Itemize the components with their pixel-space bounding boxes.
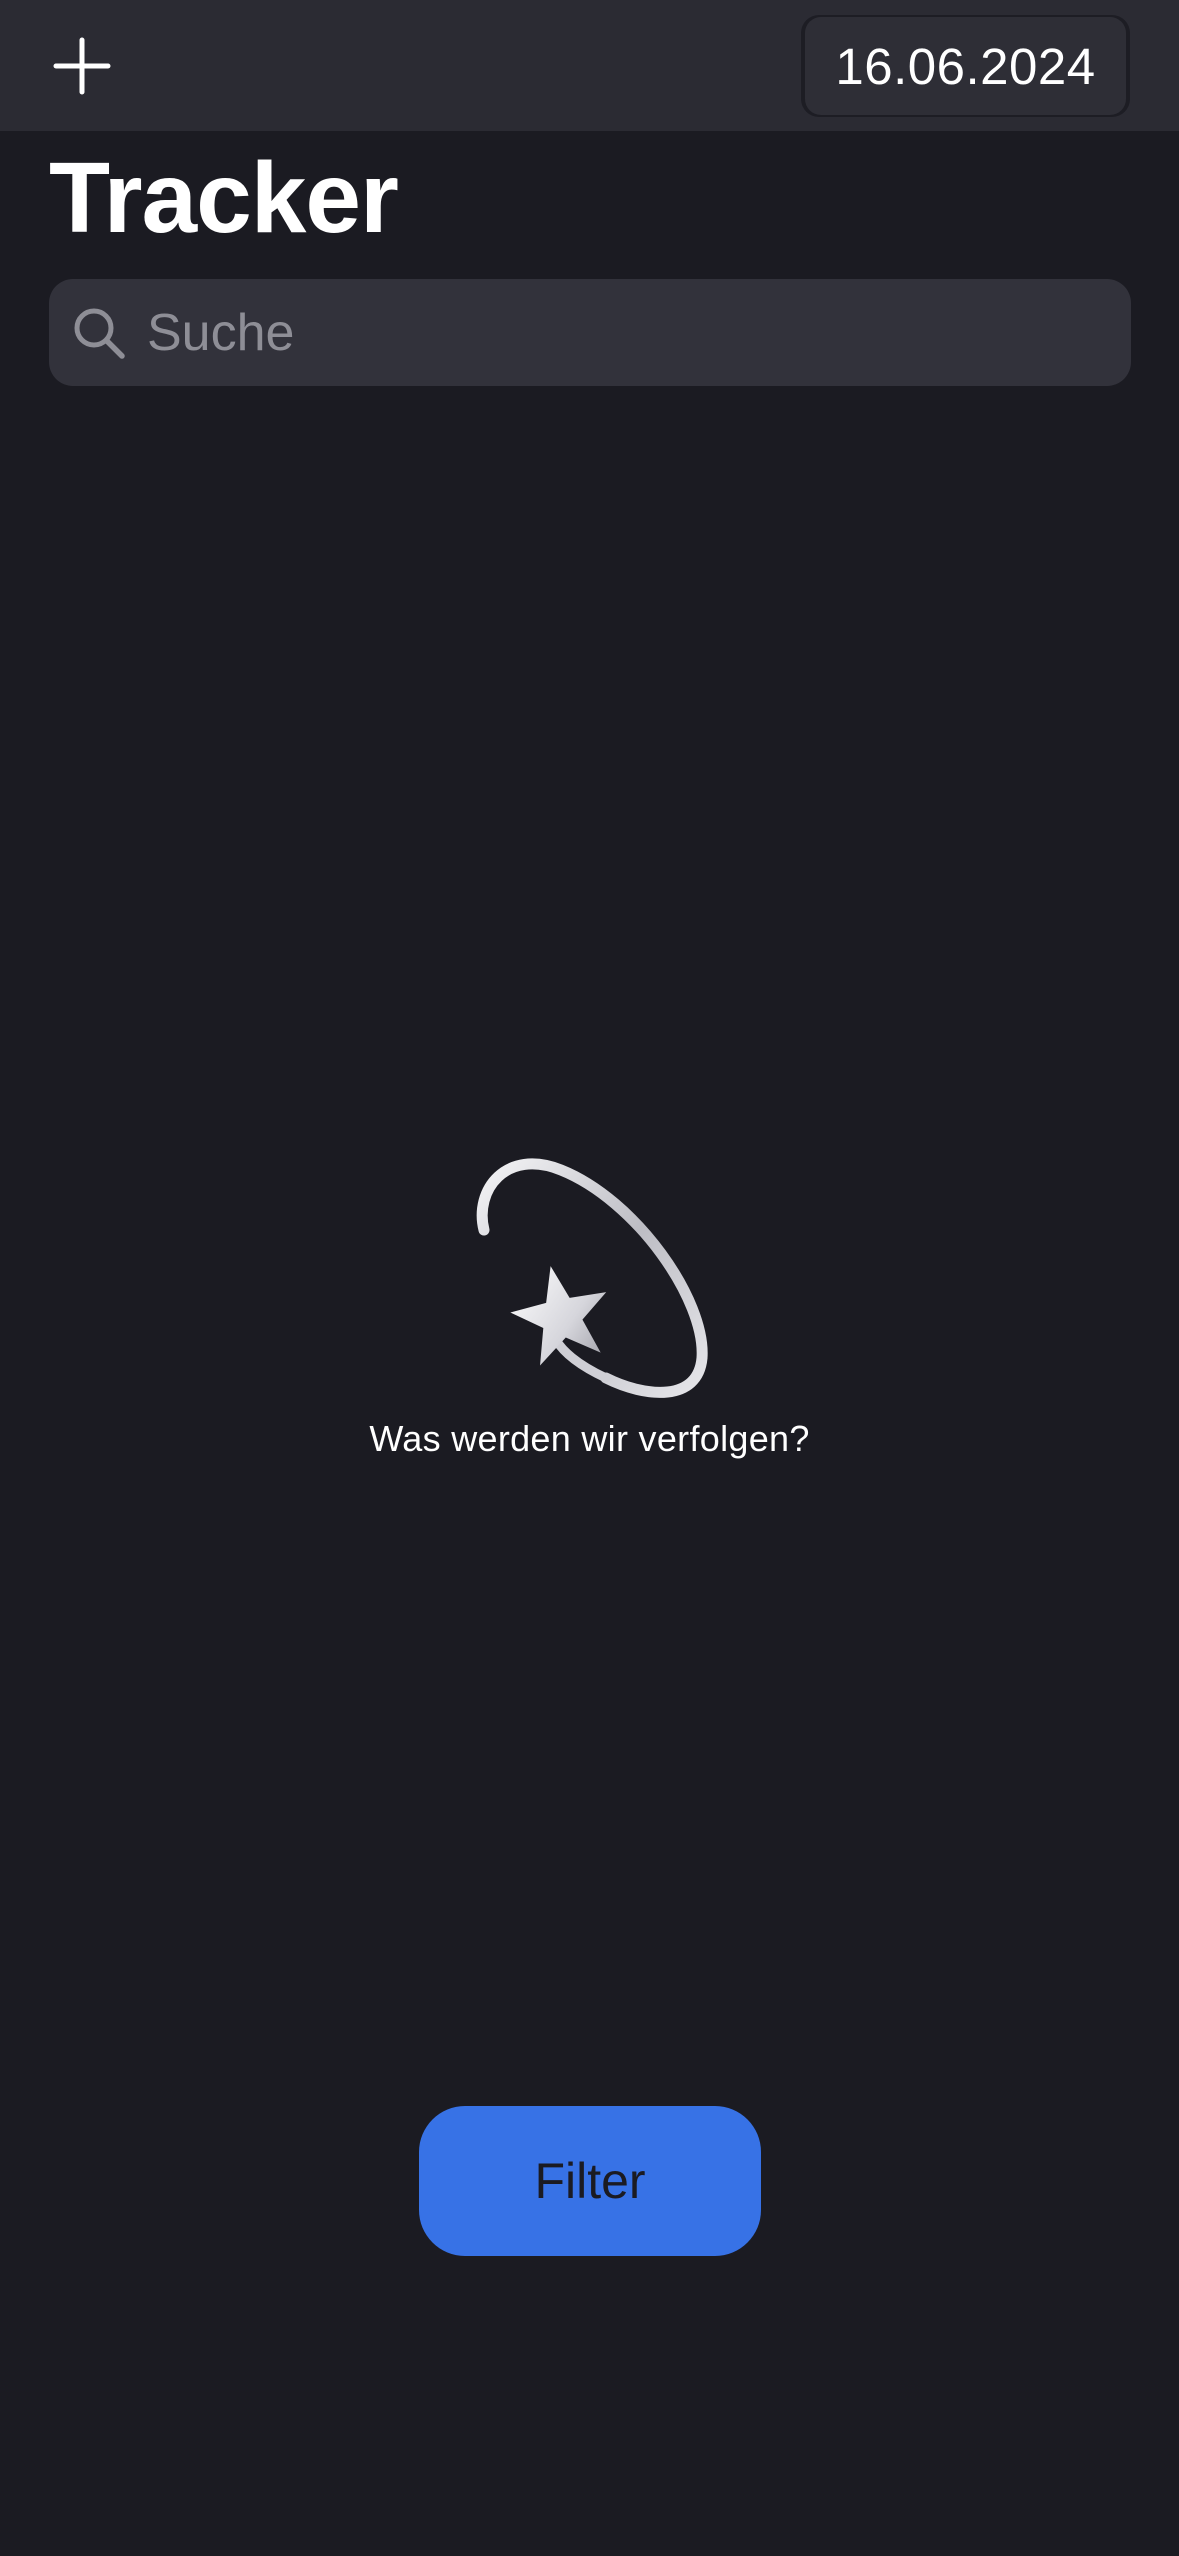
dizzy-star-icon — [476, 1158, 708, 1398]
search-input[interactable]: Suche — [147, 303, 294, 363]
date-picker[interactable]: 16.06.2024 — [801, 15, 1130, 117]
page-title: Tracker — [49, 142, 399, 254]
search-icon — [74, 308, 125, 359]
empty-state-message: Was werden wir verfolgen? — [369, 1418, 810, 1459]
date-label: 16.06.2024 — [805, 17, 1126, 115]
search-field[interactable]: Suche — [49, 279, 1131, 386]
add-tracker-button[interactable] — [46, 30, 118, 102]
navigation-bar: 16.06.2024 — [0, 0, 1179, 131]
plus-icon — [53, 37, 111, 95]
filter-button[interactable]: Filter — [419, 2106, 761, 2256]
tracker-screen: 16.06.2024 Tracker Suche Was werden wir … — [0, 0, 1179, 2556]
